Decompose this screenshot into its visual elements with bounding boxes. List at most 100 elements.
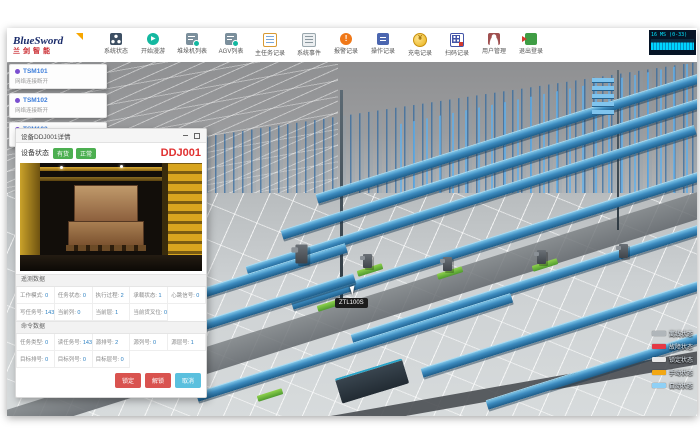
panel-title: 设备DDJ001详情 [21, 131, 179, 141]
robot-arm[interactable] [619, 244, 628, 258]
robot-arm[interactable] [537, 250, 546, 264]
app-window: BlueSword 兰剑智能 系统状态 开始漫游 [7, 28, 697, 416]
user-manage-icon [488, 33, 500, 45]
status-legend: 离线状态 故障状态 锁定状态 手动状态 [652, 329, 693, 394]
telemetry-grid: 工作模式0 任务状态0 执行过程2 承载状态1 心跳信号 [16, 287, 206, 321]
data-cell-label: 承载状态 [133, 293, 158, 299]
data-cell-value: 0 [83, 293, 86, 299]
roam-play-icon [147, 33, 159, 45]
toolbar-item-label: 堆垛机列表 [177, 46, 207, 55]
alert-device-name: TSM101 [23, 68, 48, 75]
alert-dot-icon [15, 98, 20, 103]
toolbar-item-label: 系统状态 [104, 46, 128, 55]
toolbar-item[interactable]: 操作记录 [370, 33, 396, 57]
legend-swatch [652, 357, 666, 362]
screenshot-page: BlueSword 兰剑智能 系统状态 开始漫游 [0, 0, 700, 440]
legend-label: 离线状态 [669, 329, 693, 338]
robot-arm[interactable] [363, 254, 372, 268]
toolbar-item[interactable]: 主任务记录 [255, 33, 285, 57]
toolbar-item[interactable]: 系统事件 [296, 33, 322, 57]
alert-toast[interactable]: TSM102 网络连接断开 [9, 93, 107, 118]
charge-record-icon [413, 33, 427, 47]
data-cell-value: 0 [196, 293, 199, 299]
robot-arm[interactable] [443, 257, 452, 271]
command-grid: 任务类型0 读任务号14367 源排号2 源列号0 源层 [16, 334, 206, 368]
toolbar-item-label: 退出登录 [519, 46, 543, 55]
toolbar-item-label: 报警记录 [334, 46, 358, 55]
data-cell-label: 源排号 [96, 340, 116, 346]
legend-label: 自动状态 [669, 381, 693, 390]
data-cell-label: 读任务号 [58, 340, 83, 346]
panel-actions: 锁定 解锁 取消 [16, 368, 206, 388]
data-cell: 源层号1 [168, 334, 206, 351]
rack-label-chip [592, 78, 614, 83]
toolbar-item[interactable]: 用户管理 [481, 33, 507, 57]
data-cell-value: 0 [121, 357, 124, 363]
panel-action-button[interactable]: 解锁 [145, 373, 171, 388]
minimize-icon[interactable] [181, 131, 190, 140]
data-cell-value: 0 [77, 310, 80, 316]
legend-row: 离线状态 [652, 329, 693, 338]
data-cell-label: 目标列号 [58, 357, 83, 363]
legend-row: 自动状态 [652, 381, 693, 390]
telemetry-section-header: 遥测数据 [16, 274, 206, 287]
panel-action-button[interactable]: 锁定 [115, 373, 141, 388]
panel-action-button[interactable]: 取消 [175, 373, 201, 388]
legend-row: 锁定状态 [652, 355, 693, 364]
data-cell: 源排号2 [93, 334, 131, 351]
toolbar-item[interactable]: 充电记录 [407, 33, 433, 57]
panel-titlebar: 设备DDJ001详情 [16, 129, 206, 143]
device-id: DDJ001 [161, 147, 201, 159]
device-status-row: 设备状态 有货 正常 DDJ001 [16, 143, 206, 162]
maximize-icon[interactable] [192, 131, 201, 140]
data-cell-value: 0 [45, 293, 48, 299]
data-cell: 目标列号0 [55, 351, 93, 368]
toolbar-menu: 系统状态 开始漫游 堆垛机列表 AGV列表 [103, 33, 544, 57]
stats-graph [651, 39, 694, 50]
data-cell-value: 0 [45, 357, 48, 363]
equipment-tooltip: ZTL100S [335, 298, 368, 308]
toolbar-item-label: 系统事件 [297, 48, 321, 57]
data-cell: 目标排号0 [17, 351, 55, 368]
toolbar-item-label: 用户管理 [482, 46, 506, 55]
toolbar-item[interactable]: 堆垛机列表 [177, 33, 207, 57]
system-event-icon [302, 33, 316, 47]
toolbar-item[interactable]: 退出登录 [518, 33, 544, 57]
data-cell-value: 0 [164, 310, 167, 316]
data-cell: 读任务号14367 [55, 334, 93, 351]
data-cell: 源列号0 [130, 334, 168, 351]
data-cell-value: 0 [83, 357, 86, 363]
data-cell: 当前列0 [55, 304, 93, 321]
performance-stats-widget[interactable]: 16 MS (0-33) [649, 30, 696, 55]
data-cell-label: 当前层 [96, 310, 116, 316]
device-camera-photo [20, 163, 202, 271]
data-cell: 目标层号0 [93, 351, 131, 368]
data-cell-label: 目标层号 [96, 357, 121, 363]
status-badges: 有货 正常 [53, 148, 99, 159]
legend-swatch [652, 331, 666, 336]
toolbar-item[interactable]: 报警记录 [333, 33, 359, 57]
data-cell-value: 1 [158, 293, 161, 299]
toolbar-item-label: 充电记录 [408, 48, 432, 57]
alert-toast[interactable]: TSM101 网络连接断开 [9, 64, 107, 89]
data-cell: 任务状态0 [55, 287, 93, 304]
data-cell-value: 0 [153, 340, 156, 346]
operation-record-icon [377, 33, 389, 45]
data-cell: 写任务号14367 [17, 304, 55, 321]
toolbar-item[interactable]: 系统状态 [103, 33, 129, 57]
data-cell-label: 任务类型 [20, 340, 45, 346]
bluesword-logo: BlueSword 兰剑智能 [13, 36, 89, 55]
data-cell: 任务类型0 [17, 334, 55, 351]
robot-arm[interactable] [295, 245, 307, 264]
data-cell-label: 心跳信号 [171, 293, 196, 299]
data-cell: 心跳信号0 [168, 287, 206, 304]
toolbar-item[interactable]: 扫码记录 [444, 33, 470, 57]
toolbar-item[interactable]: AGV列表 [218, 33, 244, 57]
legend-label: 手动状态 [669, 368, 693, 377]
logo-text-cn: 兰剑智能 [13, 48, 89, 55]
toolbar-item[interactable]: 开始漫游 [140, 33, 166, 57]
alert-message: 网络连接断开 [15, 106, 101, 114]
rack-label-chip [592, 86, 614, 91]
logout-icon [525, 33, 537, 45]
data-cell-value: 2 [121, 293, 124, 299]
